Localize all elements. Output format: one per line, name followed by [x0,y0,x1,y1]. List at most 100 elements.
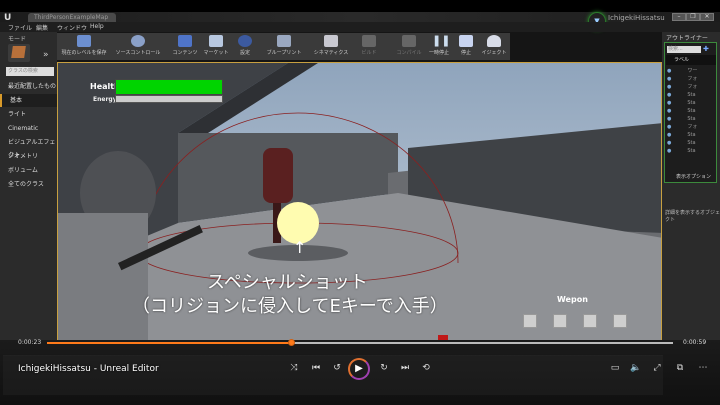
menu-edit[interactable]: 編集 [36,23,48,32]
shuffle-icon[interactable]: ⤨ [287,363,301,373]
eye-icon: ● [667,100,672,106]
outliner-title: アウトライナー [666,35,708,42]
settings-button[interactable]: 設定 [234,34,256,59]
blueprints-button[interactable]: ブループリント [262,34,306,59]
save-icon [77,35,91,47]
marketplace-button[interactable]: マーケット [201,34,231,59]
menu-file[interactable]: ファイル [8,23,32,32]
rewind-icon[interactable]: ↺ [330,363,344,373]
cinematics-button[interactable]: シネマティクス [310,34,352,59]
clapper-icon [324,35,338,47]
pause-button[interactable]: ❚❚ 一時停止 [428,34,450,59]
outliner-row[interactable]: ● Sta [667,91,712,99]
top-band [0,0,720,12]
category-all-classes[interactable]: 全てのクラス [0,178,57,191]
outliner-search-input[interactable]: 検索... [667,46,701,53]
category-geometry[interactable]: ジオメトリ [0,150,57,163]
class-search-input[interactable]: クラスの検索 [6,67,54,76]
user-name: IchigekiHissatsu [608,14,665,22]
fullscreen-icon[interactable]: ⤢ [650,363,664,373]
more-icon[interactable]: ⋯ [696,363,710,373]
volume-icon[interactable]: 🔈 [629,363,643,373]
category-visual-effects[interactable]: ビジュアルエフェクト [0,136,57,159]
marketplace-icon [209,35,223,47]
mini-player-icon[interactable]: ⧉ [673,363,687,373]
menu-help[interactable]: Help [90,23,104,30]
category-basic[interactable]: 基本 [0,94,57,107]
weapon-slot [553,314,567,328]
outliner-row[interactable]: ● フォ [667,75,712,83]
build-icon [362,35,376,47]
eye-icon: ● [667,108,672,114]
energy-label: Energy [93,96,117,103]
outliner-row[interactable]: ● Sta [667,115,712,123]
eject-button[interactable]: イジェクト [480,34,508,59]
next-icon[interactable]: ⏭ [398,363,412,373]
outliner-row[interactable]: ● Sta [667,99,712,107]
place-mode-icon[interactable] [8,44,30,62]
caption-arrow: ↑ [293,238,307,257]
outliner-row[interactable]: ● ワー [667,67,712,75]
add-icon[interactable]: ✚ [703,45,709,53]
weapon-slot [523,314,537,328]
current-time: 0:00:23 [18,339,42,346]
seek-handle[interactable] [287,339,295,346]
compile-icon [402,35,416,47]
modes-label: モード [8,36,27,43]
video-title: IchigekiHissatsu - Unreal Editor [18,364,159,374]
weapon-label: Wepon [557,295,588,304]
outliner-row[interactable]: ● フォ [667,123,712,131]
eye-icon: ● [667,84,672,90]
details-hint: 詳細を表示するオブジェクト [665,210,720,223]
blueprint-icon [277,35,291,47]
play-button[interactable]: ▶ [348,358,370,380]
source-control-button[interactable]: ソースコントロール [112,34,164,59]
stop-icon [459,35,473,47]
settings-icon [238,35,252,47]
outliner-row[interactable]: ● Sta [667,107,712,115]
tab-map[interactable]: ThirdPersonExampleMap [28,13,116,22]
menu-window[interactable]: ウィンドウ [57,23,87,32]
outliner-row[interactable]: ● Sta [667,147,712,155]
eye-icon: ● [667,140,672,146]
content-button[interactable]: コンテンツ [170,34,200,59]
energy-bar [115,95,223,103]
outliner-row[interactable]: ● Sta [667,131,712,139]
content-icon [178,35,192,47]
forward-icon[interactable]: ↻ [377,363,391,373]
category-cinematic[interactable]: Cinematic [0,122,57,135]
stop-button[interactable]: 停止 [455,34,477,59]
outliner-row[interactable]: ● Sta [667,139,712,147]
eye-icon: ● [667,132,672,138]
eject-user-icon [487,35,501,47]
pause-icon: ❚❚ [432,34,451,47]
close-button[interactable]: ✕ [700,13,714,21]
category-lights[interactable]: ライト [0,108,57,121]
save-level-button[interactable]: 現在のレベルを保存 [58,34,110,59]
eye-icon: ● [667,68,672,74]
source-control-icon [131,35,145,47]
captions-icon[interactable]: ▭ [608,363,622,373]
eye-icon: ● [667,92,672,98]
category-volumes[interactable]: ボリューム [0,164,57,177]
repeat-off-icon[interactable]: ⟲ [419,363,433,373]
chevron-right-icon[interactable]: » [43,50,49,60]
eye-icon: ● [667,124,672,130]
caption-line-2: （コリジョンに侵入してEキーで入手） [132,296,448,317]
eye-icon: ● [667,116,672,122]
weapon-slot [583,314,597,328]
outliner-row[interactable]: ● フォ [667,83,712,91]
build-button[interactable]: ビルド [358,34,380,59]
maximize-button[interactable]: ❐ [686,13,700,21]
content-browser-ghost [3,355,663,395]
category-recent[interactable]: 最近配置したもの [0,80,57,93]
minimize-button[interactable]: – [672,13,686,21]
previous-icon[interactable]: ⏮ [309,363,323,373]
view-options-button[interactable]: 表示オプション [676,173,711,180]
eye-icon: ● [667,76,672,82]
outliner-label-header[interactable]: ラベル [666,55,716,65]
caption-line-1: スペシャルショット [207,272,368,293]
weapon-slot [613,314,627,328]
compile-button[interactable]: コンパイル [394,34,424,59]
seek-progress [47,342,292,344]
